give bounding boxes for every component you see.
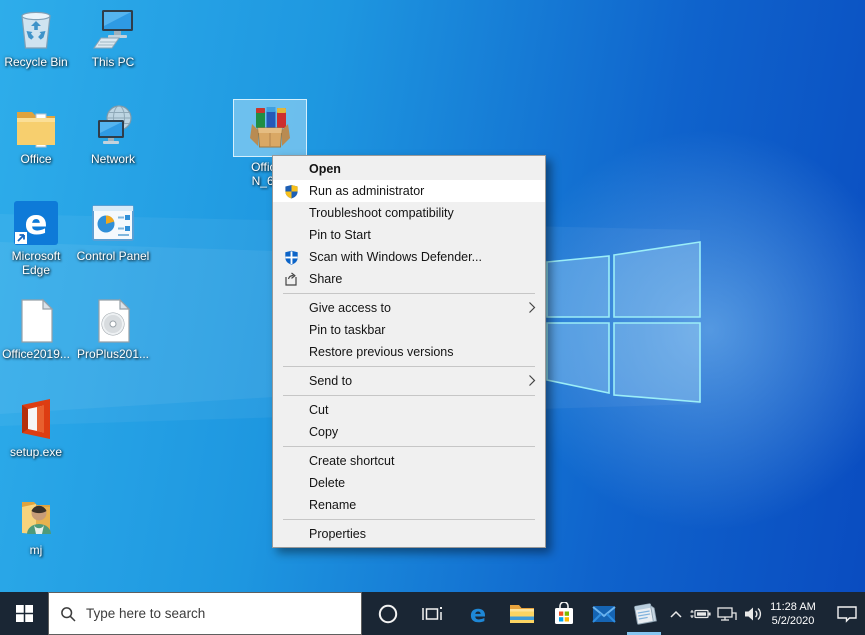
menu-item-restore-previous-versions[interactable]: Restore previous versions bbox=[273, 341, 545, 363]
clock-date: 5/2/2020 bbox=[772, 614, 815, 628]
selection-highlight bbox=[233, 99, 307, 157]
share-icon bbox=[273, 271, 309, 287]
menu-separator bbox=[283, 519, 535, 520]
menu-separator bbox=[283, 446, 535, 447]
menu-separator bbox=[283, 293, 535, 294]
icon-label: Office2019... bbox=[2, 347, 70, 361]
icon-label: This PC bbox=[92, 55, 135, 69]
office-setup-icon bbox=[12, 396, 60, 442]
edge-icon: e bbox=[465, 601, 491, 627]
menu-item-copy[interactable]: Copy bbox=[273, 421, 545, 443]
menu-item-cut[interactable]: Cut bbox=[273, 399, 545, 421]
desktop-icon-control-panel[interactable]: Control Panel bbox=[75, 200, 151, 263]
office-folder-icon bbox=[12, 103, 60, 149]
menu-separator bbox=[283, 395, 535, 396]
menu-item-troubleshoot-compatibility[interactable]: Troubleshoot compatibility bbox=[273, 202, 545, 224]
menu-item-rename[interactable]: Rename bbox=[273, 494, 545, 516]
task-view-button[interactable] bbox=[410, 592, 454, 635]
task-view-icon bbox=[421, 604, 443, 624]
cortana-button[interactable] bbox=[366, 592, 410, 635]
document-icon bbox=[12, 298, 60, 344]
search-input[interactable] bbox=[86, 606, 321, 621]
desktop-icon-office[interactable]: Office bbox=[0, 103, 74, 166]
menu-item-run-as-administrator[interactable]: Run as administrator bbox=[273, 180, 545, 202]
desktop-icon-proplus-image[interactable]: ProPlus201... bbox=[75, 298, 151, 361]
start-button[interactable] bbox=[0, 592, 48, 635]
taskbar-edge-button[interactable]: e bbox=[456, 592, 500, 635]
desktop-icon-this-pc[interactable]: This PC bbox=[75, 6, 151, 69]
edge-icon: e bbox=[12, 200, 60, 246]
control-panel-icon bbox=[89, 200, 137, 246]
taskbar-file-explorer-button[interactable] bbox=[500, 592, 544, 635]
submenu-arrow-icon bbox=[528, 374, 536, 390]
menu-item-open[interactable]: Open bbox=[273, 158, 545, 180]
taskbar-active-app-button[interactable] bbox=[624, 592, 664, 635]
menu-item-properties[interactable]: Properties bbox=[273, 523, 545, 545]
taskbar-store-button[interactable] bbox=[544, 592, 584, 635]
desktop-icon-office2019-file[interactable]: Office2019... bbox=[0, 298, 74, 361]
file-explorer-icon bbox=[509, 603, 535, 625]
defender-shield-icon bbox=[273, 250, 309, 265]
desktop-icon-microsoft-edge[interactable]: e Microsoft Edge bbox=[0, 200, 74, 277]
svg-text:e: e bbox=[470, 601, 486, 627]
recycle-bin-icon bbox=[12, 6, 60, 52]
network-icon bbox=[89, 103, 137, 149]
uac-shield-icon bbox=[273, 184, 309, 199]
windows-start-icon bbox=[16, 605, 33, 622]
taskbar-search[interactable] bbox=[48, 592, 362, 635]
chevron-up-icon bbox=[669, 609, 683, 619]
taskbar: e bbox=[0, 592, 865, 635]
microsoft-store-icon bbox=[553, 602, 575, 626]
network-ethernet-icon bbox=[716, 605, 738, 623]
desktop-icon-setup-exe[interactable]: setup.exe bbox=[0, 396, 74, 459]
svg-text:e: e bbox=[24, 203, 47, 243]
icon-label: setup.exe bbox=[10, 445, 62, 459]
desktop-icon-network[interactable]: Network bbox=[75, 103, 151, 166]
tray-show-hidden-icons-button[interactable] bbox=[664, 592, 688, 635]
clock-time: 11:28 AM bbox=[770, 600, 816, 614]
desktop-icon-recycle-bin[interactable]: Recycle Bin bbox=[0, 6, 74, 69]
menu-item-delete[interactable]: Delete bbox=[273, 472, 545, 494]
cortana-icon bbox=[377, 603, 399, 625]
this-pc-icon bbox=[89, 6, 137, 52]
windows-desktop-screen: Recycle Bin This PC bbox=[0, 0, 865, 635]
search-icon bbox=[60, 606, 76, 622]
menu-separator bbox=[283, 366, 535, 367]
menu-item-scan-with-windows-defender[interactable]: Scan with Windows Defender... bbox=[273, 246, 545, 268]
archive-box-icon bbox=[246, 104, 294, 150]
icon-label: Control Panel bbox=[77, 249, 150, 263]
icon-label: Network bbox=[91, 152, 135, 166]
disc-image-icon bbox=[89, 298, 137, 344]
context-menu: Open Run as administrator Troubleshoot c… bbox=[272, 155, 546, 548]
menu-item-send-to[interactable]: Send to bbox=[273, 370, 545, 392]
icon-label: mj bbox=[30, 543, 43, 557]
active-app-notepad-icon bbox=[631, 601, 657, 627]
menu-item-create-shortcut[interactable]: Create shortcut bbox=[273, 450, 545, 472]
tray-battery-button[interactable] bbox=[688, 592, 714, 635]
mail-icon bbox=[592, 604, 616, 624]
taskbar-mail-button[interactable] bbox=[584, 592, 624, 635]
action-center-icon bbox=[836, 604, 858, 624]
battery-charging-icon bbox=[690, 606, 712, 622]
menu-item-pin-to-taskbar[interactable]: Pin to taskbar bbox=[273, 319, 545, 341]
user-folder-icon bbox=[12, 494, 60, 540]
menu-item-share[interactable]: Share bbox=[273, 268, 545, 290]
desktop-icon-mj-folder[interactable]: mj bbox=[0, 494, 74, 557]
icon-label: Recycle Bin bbox=[4, 55, 67, 69]
icon-label: Office bbox=[20, 152, 51, 166]
submenu-arrow-icon bbox=[528, 301, 536, 317]
icon-label: Microsoft Edge bbox=[4, 249, 68, 277]
tray-clock[interactable]: 11:28 AM 5/2/2020 bbox=[762, 592, 824, 635]
tray-network-button[interactable] bbox=[714, 592, 740, 635]
menu-item-give-access-to[interactable]: Give access to bbox=[273, 297, 545, 319]
menu-item-pin-to-start[interactable]: Pin to Start bbox=[273, 224, 545, 246]
speaker-icon bbox=[743, 605, 763, 623]
wallpaper[interactable]: Recycle Bin This PC bbox=[0, 0, 865, 592]
action-center-button[interactable] bbox=[828, 592, 865, 635]
icon-label: ProPlus201... bbox=[77, 347, 149, 361]
